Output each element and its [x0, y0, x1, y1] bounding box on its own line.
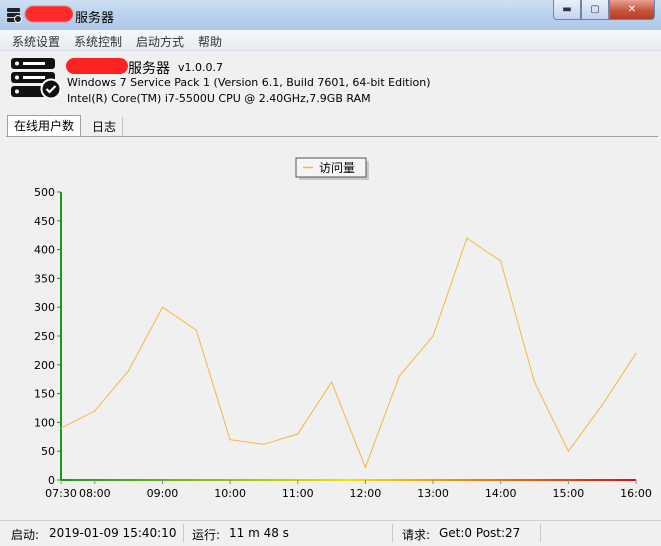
redacted-app-name: [66, 58, 128, 74]
data-point: [567, 450, 569, 452]
x-tick-label: 13:00: [417, 487, 449, 500]
data-point: [500, 260, 502, 262]
run-label: 运行:: [192, 528, 221, 542]
data-point: [128, 369, 130, 372]
server-app-icon: [7, 8, 22, 23]
redacted-title-prefix: [25, 6, 73, 22]
data-point: [195, 329, 197, 331]
x-tick-label: 09:00: [147, 487, 179, 500]
minimize-button[interactable]: ▬: [553, 0, 581, 20]
tab-log[interactable]: 日志: [86, 117, 124, 137]
app-name: 服务器: [128, 61, 170, 77]
status-bar: 启动: 2019-01-09 15:40:10 运行: 11 m 48 s 请求…: [0, 520, 661, 546]
maximize-icon: ▢: [590, 4, 600, 15]
chart-legend: 访问量: [295, 157, 369, 180]
x-axis-line: [61, 479, 636, 481]
request-counts: Get:0 Post:27: [439, 526, 521, 540]
request-label: 请求:: [402, 528, 431, 542]
data-point: [297, 433, 299, 435]
data-point: [635, 352, 637, 354]
online-users-chart: 访问量 05010015020025030035040045050007:30 0…: [34, 157, 652, 500]
x-tick-label: 11:00: [282, 487, 314, 500]
y-tick-label: 350: [34, 272, 55, 285]
data-point: [94, 410, 96, 412]
maximize-button[interactable]: ▢: [581, 0, 609, 20]
x-tick-label: 16:00: [620, 487, 652, 500]
data-point: [60, 427, 62, 429]
menu-bar: 系统设置 系统控制 启动方式 帮助: [0, 30, 661, 51]
x-tick-label: 07:30: [45, 487, 77, 500]
y-tick-label: 250: [34, 330, 55, 343]
y-tick-label: 150: [34, 388, 55, 401]
menu-help[interactable]: 帮助: [198, 33, 222, 50]
y-tick-label: 500: [34, 186, 55, 199]
x-tick-label: 08:00: [79, 487, 111, 500]
data-point: [398, 375, 400, 377]
data-point: [161, 306, 164, 308]
data-point: [229, 439, 231, 441]
legend-label: 访问量: [319, 161, 355, 175]
data-point: [466, 237, 468, 239]
data-point: [364, 466, 367, 468]
x-tick-label: 15:00: [553, 487, 585, 500]
x-tick-label: 14:00: [485, 487, 517, 500]
cpu-info: Intel(R) Core(TM) i7-5500U CPU @ 2.40GHz…: [67, 92, 371, 105]
minimize-icon: ▬: [562, 4, 572, 15]
menu-startup-mode[interactable]: 启动方式: [136, 33, 184, 50]
y-tick-label: 50: [41, 445, 55, 458]
app-version: v1.0.0.7: [178, 61, 223, 74]
menu-system-control[interactable]: 系统控制: [74, 33, 122, 50]
window-title: 服务器: [75, 11, 115, 26]
series-line-visits: [60, 237, 637, 469]
x-tick-label: 10:00: [214, 487, 246, 500]
status-separator: [392, 524, 393, 542]
start-label: 启动:: [11, 528, 40, 542]
run-time: 11 m 48 s: [229, 526, 289, 540]
title-bar[interactable]: 服务器 ▬ ▢ ✕: [0, 0, 661, 31]
close-button[interactable]: ✕: [609, 0, 655, 20]
y-tick-label: 300: [34, 301, 55, 314]
data-point: [263, 443, 265, 445]
tab-online-users[interactable]: 在线用户数: [7, 115, 82, 136]
server-status-icon: [11, 58, 61, 100]
y-tick-label: 200: [34, 359, 55, 372]
y-tick-label: 100: [34, 416, 55, 429]
y-tick-label: 0: [48, 474, 55, 487]
menu-system-settings[interactable]: 系统设置: [12, 33, 60, 50]
data-point: [601, 404, 603, 406]
status-separator: [540, 524, 541, 542]
os-info: Windows 7 Service Pack 1 (Version 6.1, B…: [67, 76, 431, 89]
y-tick-label: 400: [34, 244, 55, 257]
y-tick-label: 450: [34, 215, 55, 228]
window-controls: ▬ ▢ ✕: [553, 0, 655, 20]
status-separator: [183, 524, 184, 542]
start-time: 2019-01-09 15:40:10: [49, 526, 177, 540]
x-tick-label: 12:00: [350, 487, 382, 500]
close-icon: ✕: [627, 4, 637, 15]
data-point: [432, 335, 434, 337]
data-point: [330, 381, 333, 383]
data-point: [533, 381, 536, 383]
